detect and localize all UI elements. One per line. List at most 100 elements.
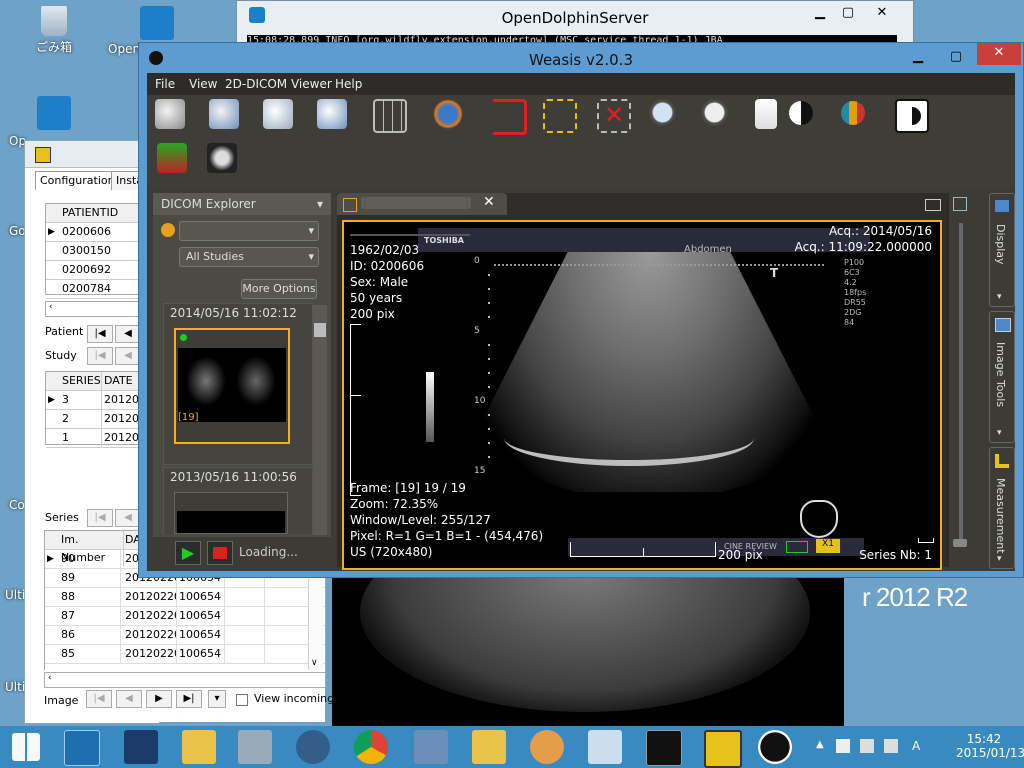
action-center-icon[interactable]: [836, 739, 850, 753]
view-incoming-checkbox[interactable]: [236, 694, 248, 706]
study-date: 2013/05/16 11:00:56: [170, 470, 297, 484]
volume-icon[interactable]: [884, 739, 898, 753]
frame-slider-thumb[interactable]: [953, 539, 967, 547]
patient-select[interactable]: ▾: [179, 221, 319, 241]
delete-selection-icon[interactable]: ✕: [597, 99, 631, 133]
network-connections-icon[interactable]: [588, 730, 622, 764]
series-thumbnail[interactable]: [174, 492, 288, 534]
layout-grid-icon[interactable]: [373, 99, 407, 133]
first-patient-button[interactable]: |◀: [87, 325, 113, 343]
horizontal-scrollbar[interactable]: ‹: [44, 672, 326, 688]
first-series-button[interactable]: |◀: [87, 509, 113, 527]
japanese-app-icon[interactable]: [472, 730, 506, 764]
mouse-wheel-icon[interactable]: [317, 99, 347, 129]
command-prompt-icon[interactable]: [646, 730, 682, 766]
invert-image-icon[interactable]: [895, 99, 929, 133]
menu-2d-dicom-viewer[interactable]: 2D-DICOM Viewer: [225, 77, 332, 91]
column-header-series[interactable]: SERIES: [60, 372, 102, 390]
recycle-bin-icon[interactable]: ごみ箱: [22, 6, 86, 55]
studies-select[interactable]: All Studies ▾: [179, 247, 319, 267]
show-hidden-icons-icon[interactable]: ▲: [816, 739, 824, 750]
3d-view-icon[interactable]: [207, 143, 237, 173]
image-label: Image: [44, 694, 79, 707]
maximize-button[interactable]: ▢: [939, 47, 973, 67]
stop-button[interactable]: [207, 541, 233, 565]
window-layout-icon[interactable]: [953, 197, 967, 211]
last-image-button[interactable]: ▶|: [176, 690, 202, 708]
series-thumbnail[interactable]: [19]: [174, 328, 290, 444]
next-image-button[interactable]: ▶: [146, 690, 172, 708]
more-options-button[interactable]: More Options: [241, 279, 317, 299]
series-number: Series Nb: 1: [859, 548, 932, 562]
menu-help[interactable]: Help: [335, 77, 362, 91]
paint-icon[interactable]: [530, 730, 564, 764]
close-tab-icon[interactable]: ✕: [483, 194, 495, 210]
patient-birthdate: 1962/02/03: [350, 243, 420, 257]
image-tools-tab[interactable]: Image Tools ▾: [989, 311, 1015, 443]
menu-view[interactable]: View: [189, 77, 217, 91]
mouse-middle-pan-icon[interactable]: [209, 99, 239, 129]
reset-icon[interactable]: [491, 99, 527, 135]
measurement-tab[interactable]: Measurement ▾: [989, 447, 1015, 569]
window-level-info: Window/Level: 255/127: [350, 513, 491, 527]
network-icon[interactable]: [860, 739, 874, 753]
close-button[interactable]: ✕: [977, 43, 1021, 65]
vertical-scrollbar[interactable]: [313, 305, 327, 535]
maximize-button[interactable]: ▢: [831, 3, 865, 23]
server-manager-icon[interactable]: [64, 730, 100, 766]
mouse-left-action-icon[interactable]: [155, 99, 185, 129]
q-app-icon[interactable]: [704, 730, 742, 768]
clock[interactable]: 15:42 2015/01/13: [956, 732, 1024, 760]
weasis-taskbar-icon[interactable]: [758, 730, 792, 764]
first-study-button[interactable]: |◀: [87, 347, 113, 365]
invert-lut-icon[interactable]: [789, 101, 813, 125]
ime-indicator[interactable]: A: [912, 739, 920, 753]
tab-configuration[interactable]: Configuration: [35, 171, 120, 190]
vertical-scale-bar: [350, 324, 361, 496]
viewer-tab[interactable]: ✕: [337, 193, 507, 215]
crop-select-icon[interactable]: [543, 99, 577, 133]
mouse-right-menu-icon[interactable]: [263, 99, 293, 129]
control-panel-icon[interactable]: [238, 730, 272, 764]
chrome-icon[interactable]: [354, 730, 388, 764]
windows-server-watermark: r 2012 R2: [862, 582, 968, 612]
dolphin-desktop-icon[interactable]: [22, 96, 86, 132]
powershell-icon[interactable]: [124, 730, 158, 764]
zoom-actual-size-icon[interactable]: [701, 99, 731, 129]
dropdown-button[interactable]: ▾: [208, 690, 226, 708]
table-row[interactable]: 88 20120220 100654: [45, 588, 325, 607]
postgresql-icon[interactable]: [296, 730, 330, 764]
table-row[interactable]: 87 20120220 100654: [45, 607, 325, 626]
table-cell: [225, 626, 265, 644]
image-tools-icon: [995, 318, 1011, 332]
depth-mark: 10: [474, 396, 486, 406]
color-lut-icon[interactable]: [841, 101, 865, 125]
dicom-explorer-header[interactable]: DICOM Explorer ▾: [153, 193, 331, 215]
mpr-icon[interactable]: [157, 143, 187, 173]
zoom-icon[interactable]: [649, 99, 679, 129]
close-button[interactable]: ✕: [865, 3, 899, 23]
first-image-button[interactable]: |◀: [86, 690, 112, 708]
frame-slider-track[interactable]: [959, 223, 963, 543]
play-button[interactable]: ▶: [175, 541, 201, 565]
table-row[interactable]: 85 20120220 100654: [45, 645, 325, 664]
display-tab[interactable]: Display ▾: [989, 193, 1015, 307]
network-tool-icon[interactable]: [414, 730, 448, 764]
prev-image-button[interactable]: ◀: [116, 690, 142, 708]
windows-start-icon[interactable]: [12, 733, 40, 761]
minimize-button[interactable]: ▁: [901, 47, 935, 67]
view-incoming-label: View incoming: [254, 692, 335, 705]
menu-file[interactable]: File: [155, 77, 175, 91]
taskbar: ▲ A 15:42 2015/01/13: [0, 726, 1024, 768]
maximize-view-icon[interactable]: [925, 199, 941, 211]
print-icon[interactable]: [755, 99, 777, 129]
depth-tick: [488, 344, 490, 346]
chevron-down-icon[interactable]: ▾: [317, 193, 323, 215]
synch-icon[interactable]: [433, 99, 463, 129]
dicom-image-canvas[interactable]: TOSHIBA Abdomen 0 5 10 15 T P100 6C3 4.2 18fps…: [342, 220, 942, 570]
desktop-fragment: Ulti: [5, 588, 26, 602]
table-row[interactable]: 86 20120220 100654: [45, 626, 325, 645]
file-explorer-icon[interactable]: [182, 730, 216, 764]
background-ct-image: [332, 512, 844, 726]
image-viewer: ✕ TOSHIBA Abdomen 0 5 10 15 T P100 6C3 4.2 18f…: [337, 193, 967, 570]
